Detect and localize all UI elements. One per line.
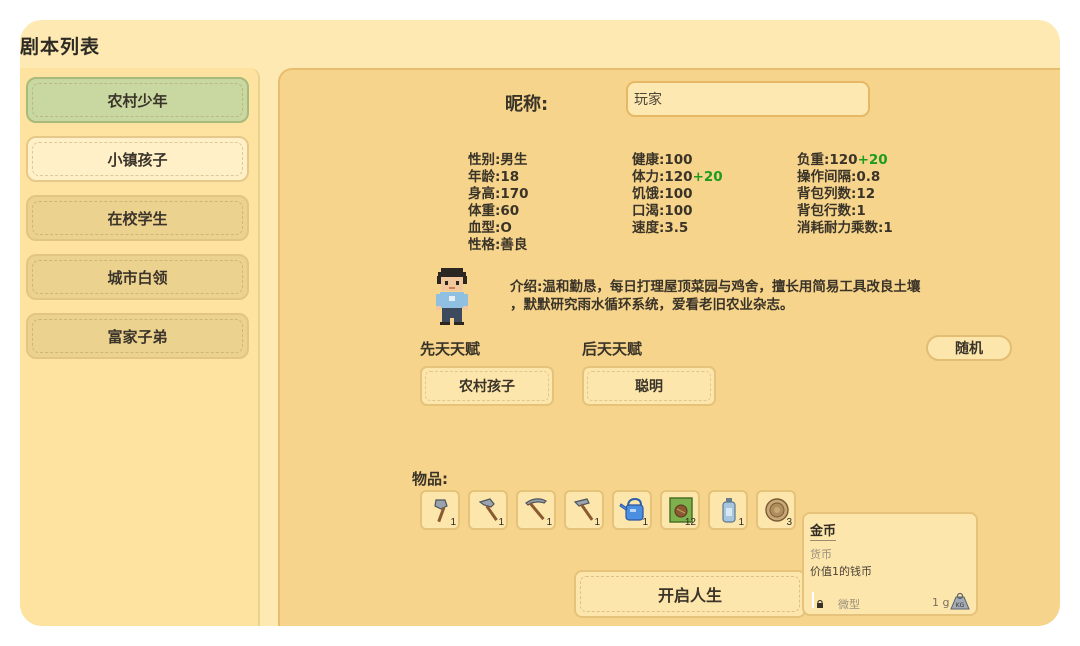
intro-line-2: ，默默研究雨水循环系统，爱看老旧农业杂志。 (510, 297, 794, 313)
stat-stamina: 体力:120+20 (632, 169, 723, 186)
tooltip-durability-bar (812, 592, 814, 608)
sidebar-item-white-collar[interactable]: 城市白领 (26, 254, 249, 300)
tooltip-description: 价值1的钱币 (810, 565, 872, 578)
tooltip-type: 货币 (810, 548, 832, 561)
item-slot-hammer[interactable]: 1 (468, 490, 508, 530)
tooltip-divider (810, 540, 836, 541)
lock-icon (817, 600, 823, 608)
innate-talent-label: 先天天赋 (420, 340, 481, 358)
items-label: 物品: (412, 470, 448, 488)
item-slot-pickaxe[interactable]: 1 (516, 490, 556, 530)
stat-load: 负重:120+20 (797, 152, 888, 169)
item-count: 1 (546, 517, 552, 528)
script-list-window: 剧本列表 农村少年 小镇孩子 在校学生 城市白领 富家子弟 昵称: 性别:男生 … (20, 20, 1060, 626)
button-frame (425, 371, 549, 401)
item-slot-coin[interactable]: 3 (756, 490, 796, 530)
stat-bag-columns: 背包列数:12 (797, 186, 876, 202)
nickname-label: 昵称: (505, 94, 549, 115)
script-sidebar: 农村少年 小镇孩子 在校学生 城市白领 富家子弟 (20, 68, 260, 626)
stat-bag-rows: 背包行数:1 (797, 203, 866, 219)
stat-hunger: 饥饿:100 (632, 186, 693, 202)
nickname-input[interactable] (626, 81, 870, 117)
button-frame (580, 576, 800, 612)
stat-load-value: 负重:120 (797, 152, 858, 168)
weight-icon: KG (950, 592, 970, 610)
svg-text:KG: KG (956, 602, 965, 609)
sidebar-item-rural-youth[interactable]: 农村少年 (26, 77, 249, 123)
item-tooltip: 金币 货币 价值1的钱币 微型 1 g KG (802, 512, 978, 616)
stat-interval: 操作间隔:0.8 (797, 169, 881, 185)
random-button[interactable]: 随机 (926, 335, 1012, 361)
intro-line-1: 介绍:温和勤恳，每日打理屋顶菜园与鸡舍，擅长用简易工具改良土壤 (510, 279, 921, 295)
stat-thirst: 口渴:100 (632, 203, 693, 219)
item-count: 1 (498, 517, 504, 528)
sidebar-item-student[interactable]: 在校学生 (26, 195, 249, 241)
stat-load-bonus: +20 (857, 152, 888, 168)
stat-weight: 体重:60 (468, 203, 520, 219)
stat-gender: 性别:男生 (468, 152, 528, 168)
stat-age: 年龄:18 (468, 169, 520, 185)
stat-health: 健康:100 (632, 152, 693, 168)
item-count: 1 (738, 517, 744, 528)
stat-stamina-value: 体力:120 (632, 169, 693, 185)
stat-durability-multiplier: 消耗耐力乘数:1 (797, 220, 893, 236)
stat-blood-type: 血型:O (468, 220, 512, 236)
stat-speed: 速度:3.5 (632, 220, 689, 236)
acquired-talent-button[interactable]: 聪明 (582, 366, 716, 406)
item-frame (32, 319, 243, 353)
item-frame (32, 201, 243, 235)
sidebar-item-rich-kid[interactable]: 富家子弟 (26, 313, 249, 359)
button-frame (587, 371, 711, 401)
tooltip-size: 微型 (838, 598, 860, 611)
tooltip-weight: 1 g (932, 596, 950, 609)
sidebar-item-town-kid[interactable]: 小镇孩子 (26, 136, 249, 182)
item-slot-bottle[interactable]: 1 (708, 490, 748, 530)
stat-height: 身高:170 (468, 186, 529, 202)
acquired-talent-label: 后天天赋 (582, 340, 643, 358)
item-count: 1 (594, 517, 600, 528)
item-frame (32, 260, 243, 294)
item-slot-seed-bag[interactable]: 12 (660, 490, 700, 530)
item-slot-hoe[interactable]: 1 (564, 490, 604, 530)
item-slot-watering-can[interactable]: 1 (612, 490, 652, 530)
item-count: 1 (450, 517, 456, 528)
tooltip-title: 金币 (810, 524, 837, 539)
window-title: 剧本列表 (20, 36, 101, 58)
item-count: 12 (684, 517, 696, 528)
character-intro: 介绍:温和勤恳，每日打理屋顶菜园与鸡舍，擅长用简易工具改良土壤 ，默默研究雨水循… (510, 278, 970, 314)
character-avatar-icon (436, 268, 468, 325)
stat-stamina-bonus: +20 (692, 169, 723, 185)
start-life-button[interactable]: 开启人生 (574, 570, 806, 618)
stat-personality: 性格:善良 (468, 237, 528, 253)
item-slot-axe[interactable]: 1 (420, 490, 460, 530)
item-frame (32, 83, 243, 117)
item-frame (32, 142, 243, 176)
item-count: 3 (786, 517, 792, 528)
item-count: 1 (642, 517, 648, 528)
innate-talent-button[interactable]: 农村孩子 (420, 366, 554, 406)
